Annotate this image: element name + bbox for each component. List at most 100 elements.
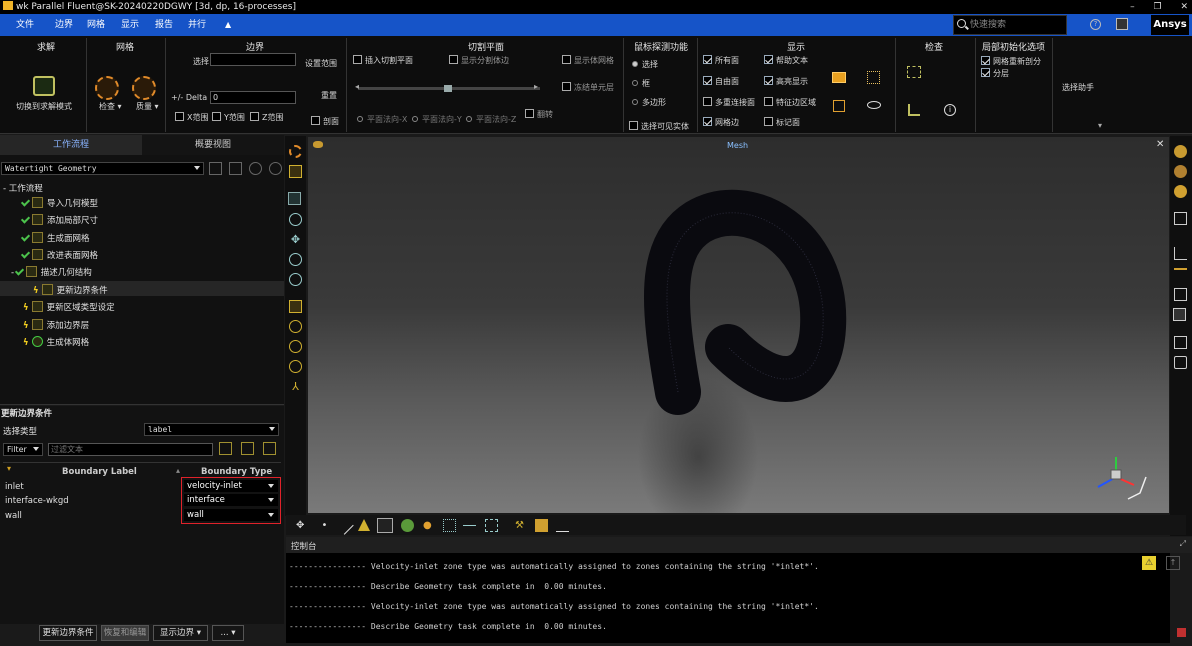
filter-text-input[interactable]: 过滤文本 <box>48 443 213 456</box>
tree-item-add-local-sizing[interactable]: 添加局部尺寸 <box>20 214 98 226</box>
tree-item-generate-surface-mesh[interactable]: 生成面网格 <box>20 232 90 244</box>
display-visibility-icon[interactable] <box>867 101 881 109</box>
console-output[interactable]: ---------------- Velocity-inlet zone typ… <box>286 553 1170 643</box>
mesh-quality-button[interactable]: 质量 ▾ <box>136 101 159 112</box>
filter-add-icon[interactable] <box>219 442 232 455</box>
menu-parallel[interactable]: 并行 <box>188 14 206 36</box>
probe-select-radio[interactable]: 选择 <box>632 59 658 70</box>
cutplane-slider-handle[interactable] <box>444 85 452 92</box>
workflow-help-icon[interactable] <box>269 162 282 175</box>
select-type-dropdown[interactable]: label <box>144 423 279 436</box>
col-boundary-label[interactable]: Boundary Label <box>62 467 137 477</box>
minimize-button[interactable]: – <box>1130 2 1135 12</box>
probe-polygon-radio[interactable]: 多边形 <box>632 97 666 108</box>
switch-to-solve-button[interactable]: 切换到求解模式 <box>16 101 72 112</box>
panel-splitter[interactable] <box>0 404 284 405</box>
display-move-icon[interactable] <box>867 71 880 84</box>
more-options-button[interactable]: ... ▾ <box>212 625 244 641</box>
select-surface-icon[interactable] <box>377 518 393 533</box>
maximize-button[interactable]: ❐ <box>1154 2 1162 12</box>
x-range-toggle[interactable]: X范围 <box>175 112 208 123</box>
mesh-check-icon[interactable] <box>95 76 119 100</box>
slider-left-arrow-icon[interactable]: ◂ <box>355 82 359 91</box>
info-icon[interactable]: i <box>944 104 956 116</box>
menu-display[interactable]: 显示 <box>121 14 139 36</box>
view-icon[interactable] <box>1174 212 1187 225</box>
display-mesh-edges-toggle[interactable]: 网格边 <box>703 117 739 128</box>
col-sort-icon[interactable]: ▴ <box>176 466 180 475</box>
copy-icon[interactable] <box>1174 336 1187 349</box>
zoom-icon[interactable] <box>289 253 302 266</box>
boundary-select-input[interactable] <box>210 53 296 66</box>
pointer-tool-icon[interactable] <box>288 192 301 205</box>
ribbon-expand-icon[interactable]: ▾ <box>1098 121 1102 130</box>
fit-window-icon[interactable] <box>289 300 302 313</box>
display-component-icon[interactable] <box>833 100 845 112</box>
col-boundary-type[interactable]: Boundary Type <box>201 467 272 477</box>
close-viewport-icon[interactable]: ✕ <box>1156 139 1164 150</box>
collapse-ribbon-button[interactable]: ▲ <box>225 14 231 36</box>
display-multi-connected-toggle[interactable]: 多重连接面 <box>703 97 755 108</box>
select-edge-icon[interactable] <box>335 516 354 535</box>
select-object-icon[interactable] <box>535 519 548 532</box>
type-dropdown-interface[interactable]: interface <box>184 494 278 506</box>
remesh-toggle[interactable]: 网格重新剖分 <box>981 56 1041 67</box>
rotate-icon[interactable] <box>289 213 302 226</box>
quick-search-input[interactable]: 快速搜索 <box>953 15 1067 35</box>
zoom-out-icon[interactable] <box>289 340 302 353</box>
menu-report[interactable]: 报告 <box>155 14 173 36</box>
reset-button[interactable]: 重置 <box>321 90 337 101</box>
freeze-layer-toggle[interactable]: 冻结单元层 <box>562 82 614 93</box>
revert-edit-button[interactable]: 恢复和编辑 <box>101 625 149 641</box>
select-graph-icon[interactable] <box>556 519 569 532</box>
zoom-in-icon[interactable] <box>289 320 302 333</box>
tree-item-import-geometry[interactable]: 导入几何模型 <box>20 197 98 209</box>
probe-box-radio[interactable]: 框 <box>632 78 650 89</box>
inspect-select-icon[interactable] <box>907 66 921 78</box>
select-box-icon[interactable] <box>485 519 498 532</box>
help-icon[interactable]: ? <box>1090 19 1101 30</box>
material-icon[interactable] <box>1174 165 1187 178</box>
surface-display-icon[interactable] <box>289 165 302 178</box>
axes-icon[interactable]: ⅄ <box>289 380 302 393</box>
set-range-button[interactable]: 设置范围 <box>305 58 337 69</box>
tree-item-add-boundary-layers[interactable]: ϟ 添加边界层 <box>23 319 89 331</box>
camera-icon[interactable] <box>1174 356 1187 369</box>
pan-icon[interactable]: ✥ <box>289 233 302 246</box>
show-cut-edges-toggle[interactable]: 显示分割体边 <box>449 55 509 66</box>
show-volume-mesh-toggle[interactable]: 显示体网格 <box>562 55 614 66</box>
mesh-quality-icon[interactable] <box>132 76 156 100</box>
delta-input[interactable]: 0 <box>210 91 296 104</box>
type-dropdown-inlet[interactable]: velocity-inlet <box>184 480 278 492</box>
warning-icon[interactable]: ⚠ <box>1142 556 1156 570</box>
select-body-icon[interactable] <box>401 519 414 532</box>
tree-item-describe-geometry[interactable]: - 描述几何结构 <box>11 266 92 278</box>
tree-item-update-regions[interactable]: ϟ 更新区域类型设定 <box>23 301 115 313</box>
row-label-interface[interactable]: interface-wkgd <box>5 496 69 506</box>
display-free-faces-toggle[interactable]: 自由面 <box>703 76 739 87</box>
console-scroll-icon[interactable]: ↑ <box>1166 556 1180 570</box>
row-label-wall[interactable]: wall <box>5 511 22 521</box>
menu-file[interactable]: 文件 <box>16 14 34 36</box>
plot-icon[interactable] <box>1174 247 1187 260</box>
display-help-text-toggle[interactable]: 帮助文本 <box>764 55 808 66</box>
cut-toggle[interactable]: 剖面 <box>311 116 339 127</box>
tree-item-generate-volume-mesh[interactable]: ϟ 生成体网格 <box>23 336 89 348</box>
mesh-display-icon[interactable] <box>289 145 302 158</box>
zoom-box-icon[interactable] <box>289 273 302 286</box>
ruler-icon[interactable] <box>1174 268 1187 281</box>
tree-item-improve-surface-mesh[interactable]: 改进表面网格 <box>20 249 98 261</box>
tree-item-update-boundaries[interactable]: ϟ 更新边界条件 <box>33 284 108 296</box>
y-range-toggle[interactable]: Y范围 <box>212 112 245 123</box>
row-label-inlet[interactable]: inlet <box>5 482 24 492</box>
z-range-toggle[interactable]: Z范围 <box>250 112 283 123</box>
select-point-icon[interactable]: • <box>318 519 331 532</box>
update-boundaries-button[interactable]: 更新边界条件 <box>39 625 97 641</box>
display-feature-edges-toggle[interactable]: 特征边区域 <box>764 97 816 108</box>
filter-clear-icon[interactable] <box>263 442 276 455</box>
filter-dropdown[interactable]: Filter <box>3 443 43 456</box>
select-move-icon[interactable]: ✥ <box>296 519 309 532</box>
tab-outline[interactable]: 概要视图 <box>142 135 284 155</box>
type-dropdown-wall[interactable]: wall <box>184 509 278 521</box>
selection-assistant-button[interactable]: 选择助手 <box>1062 82 1094 93</box>
